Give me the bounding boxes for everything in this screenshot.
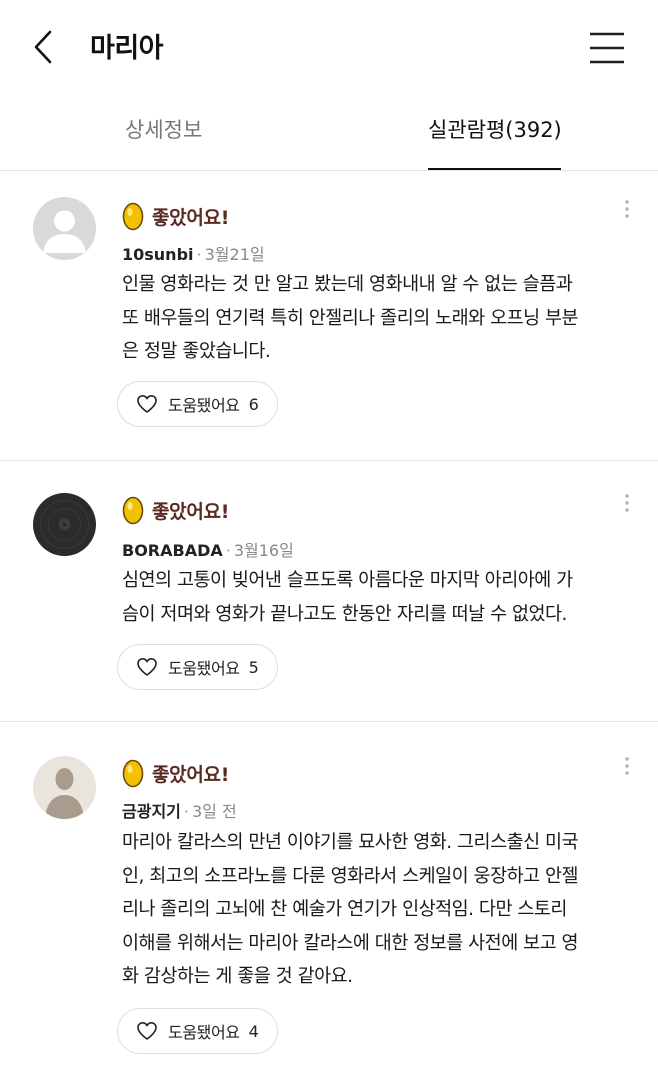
heart-icon bbox=[137, 1022, 157, 1040]
vertical-dots-icon bbox=[625, 200, 629, 218]
avatar[interactable] bbox=[33, 756, 96, 819]
review-text-line: 인, 최고의 소프라노를 다룬 영화라서 스케일이 웅장하고 안젤 bbox=[122, 865, 579, 887]
rating-label: 좋았어요! bbox=[152, 500, 230, 523]
review-text-line: 마리아 칼라스의 만년 이야기를 묘사한 영화. 그리스출신 미국 bbox=[122, 832, 579, 853]
tab-reviews[interactable]: 실관람평(392) bbox=[428, 114, 562, 144]
review-text-line: 인물 영화라는 것 만 알고 봤는데 영화내내 알 수 없는 슬픔과 bbox=[122, 274, 573, 295]
review-text-line: 화 감상하는 게 좋을 것 같아요. bbox=[122, 966, 353, 987]
active-tab-indicator bbox=[428, 168, 561, 170]
review-text-line: 리나 졸리의 고뇌에 찬 예술가 연기가 인상적임. 다만 스토리 bbox=[122, 899, 567, 920]
review-meta: 10sunbi · 3월21일 bbox=[122, 241, 265, 265]
author-name[interactable]: BORABADA bbox=[122, 541, 223, 560]
author-name[interactable]: 금광지기 bbox=[122, 802, 181, 821]
avatar[interactable] bbox=[33, 493, 96, 556]
review-date: 3월16일 bbox=[233, 541, 294, 560]
review-item: 좋았어요! 금광지기 · 3일 전 마리아 칼라스의 만년 이야기를 묘사한 영화.… bbox=[0, 723, 658, 1088]
app-header: 마리아 bbox=[0, 0, 658, 94]
review-text-line: 은 정말 좋았습니다. bbox=[122, 341, 271, 362]
review-meta: 금광지기 · 3일 전 bbox=[122, 798, 237, 822]
silhouette-avatar bbox=[33, 756, 96, 819]
helpful-count: 4 bbox=[248, 1021, 259, 1041]
menu-button[interactable] bbox=[586, 28, 628, 68]
more-options-button[interactable] bbox=[620, 199, 634, 221]
vertical-dots-icon bbox=[625, 494, 629, 512]
review-item: 좋았어요! 10sunbi · 3월21일 인물 영화라는 것 만 알고 봤는데 영… bbox=[0, 171, 658, 461]
rating: 좋았어요! bbox=[122, 495, 229, 525]
more-options-button[interactable] bbox=[620, 756, 634, 778]
vertical-dots-icon bbox=[625, 757, 629, 775]
page-title: 마리아 bbox=[90, 33, 164, 64]
back-button[interactable] bbox=[24, 22, 64, 72]
dark-vinyl-avatar bbox=[33, 493, 96, 556]
review-text-line: 슴이 저며와 영화가 끝나고도 한동안 자리를 떠날 수 없었다. bbox=[122, 603, 567, 625]
golden-egg-icon bbox=[122, 202, 144, 231]
author-name[interactable]: 10sunbi bbox=[122, 245, 194, 264]
helpful-label: 도움됐어요 bbox=[168, 396, 240, 415]
meta-separator: · bbox=[225, 541, 231, 560]
golden-egg-icon bbox=[122, 759, 144, 788]
meta-separator: · bbox=[183, 802, 189, 821]
review-text: 심연의 고통이 빚어낸 슬프도록 아름다운 마지막 아리아에 가 슴이 저며와 … bbox=[122, 564, 634, 631]
review-item: 좋았어요! BORABADA · 3월16일 심연의 고통이 빚어낸 슬프도록 아름… bbox=[0, 462, 658, 722]
helpful-button[interactable]: 도움됐어요 4 bbox=[117, 1008, 278, 1054]
chevron-left-icon bbox=[34, 30, 52, 64]
helpful-button[interactable]: 도움됐어요 5 bbox=[117, 644, 278, 690]
review-page: 마리아 상세정보 실관람평(392) 좋았어요! 10sunbi · 3월21일… bbox=[0, 0, 658, 1088]
heart-icon bbox=[137, 658, 157, 676]
helpful-count: 5 bbox=[248, 657, 259, 677]
avatar[interactable] bbox=[33, 197, 96, 260]
review-date: 3일 전 bbox=[191, 802, 237, 821]
rating-label: 좋았어요! bbox=[152, 763, 230, 786]
more-options-button[interactable] bbox=[620, 493, 634, 515]
review-text: 마리아 칼라스의 만년 이야기를 묘사한 영화. 그리스출신 미국 인, 최고의… bbox=[122, 826, 634, 994]
helpful-label: 도움됐어요 bbox=[168, 659, 240, 678]
review-text-line: 심연의 고통이 빚어낸 슬프도록 아름다운 마지막 아리아에 가 bbox=[122, 570, 573, 591]
review-text: 인물 영화라는 것 만 알고 봤는데 영화내내 알 수 없는 슬픔과 또 배우들… bbox=[122, 268, 634, 369]
golden-egg-icon bbox=[122, 496, 144, 525]
review-meta: BORABADA · 3월16일 bbox=[122, 537, 294, 561]
review-date: 3월21일 bbox=[204, 245, 265, 264]
tab-bar: 상세정보 실관람평(392) bbox=[0, 94, 658, 171]
rating-label: 좋았어요! bbox=[152, 206, 230, 229]
meta-separator: · bbox=[196, 245, 202, 264]
heart-icon bbox=[137, 395, 157, 413]
rating: 좋았어요! bbox=[122, 201, 229, 231]
helpful-label: 도움됐어요 bbox=[168, 1023, 240, 1042]
tab-details[interactable]: 상세정보 bbox=[125, 114, 202, 144]
review-text-line: 또 배우들의 연기력 특히 안젤리나 졸리의 노래와 오프닝 부분 bbox=[122, 307, 579, 329]
helpful-button[interactable]: 도움됐어요 6 bbox=[117, 381, 278, 427]
helpful-count: 6 bbox=[248, 394, 259, 414]
hamburger-menu-icon bbox=[590, 32, 624, 64]
default-profile-icon bbox=[33, 197, 96, 260]
rating: 좋았어요! bbox=[122, 758, 229, 788]
review-text-line: 이해를 위해서는 마리아 칼라스에 대한 정보를 사전에 보고 영 bbox=[122, 932, 579, 954]
